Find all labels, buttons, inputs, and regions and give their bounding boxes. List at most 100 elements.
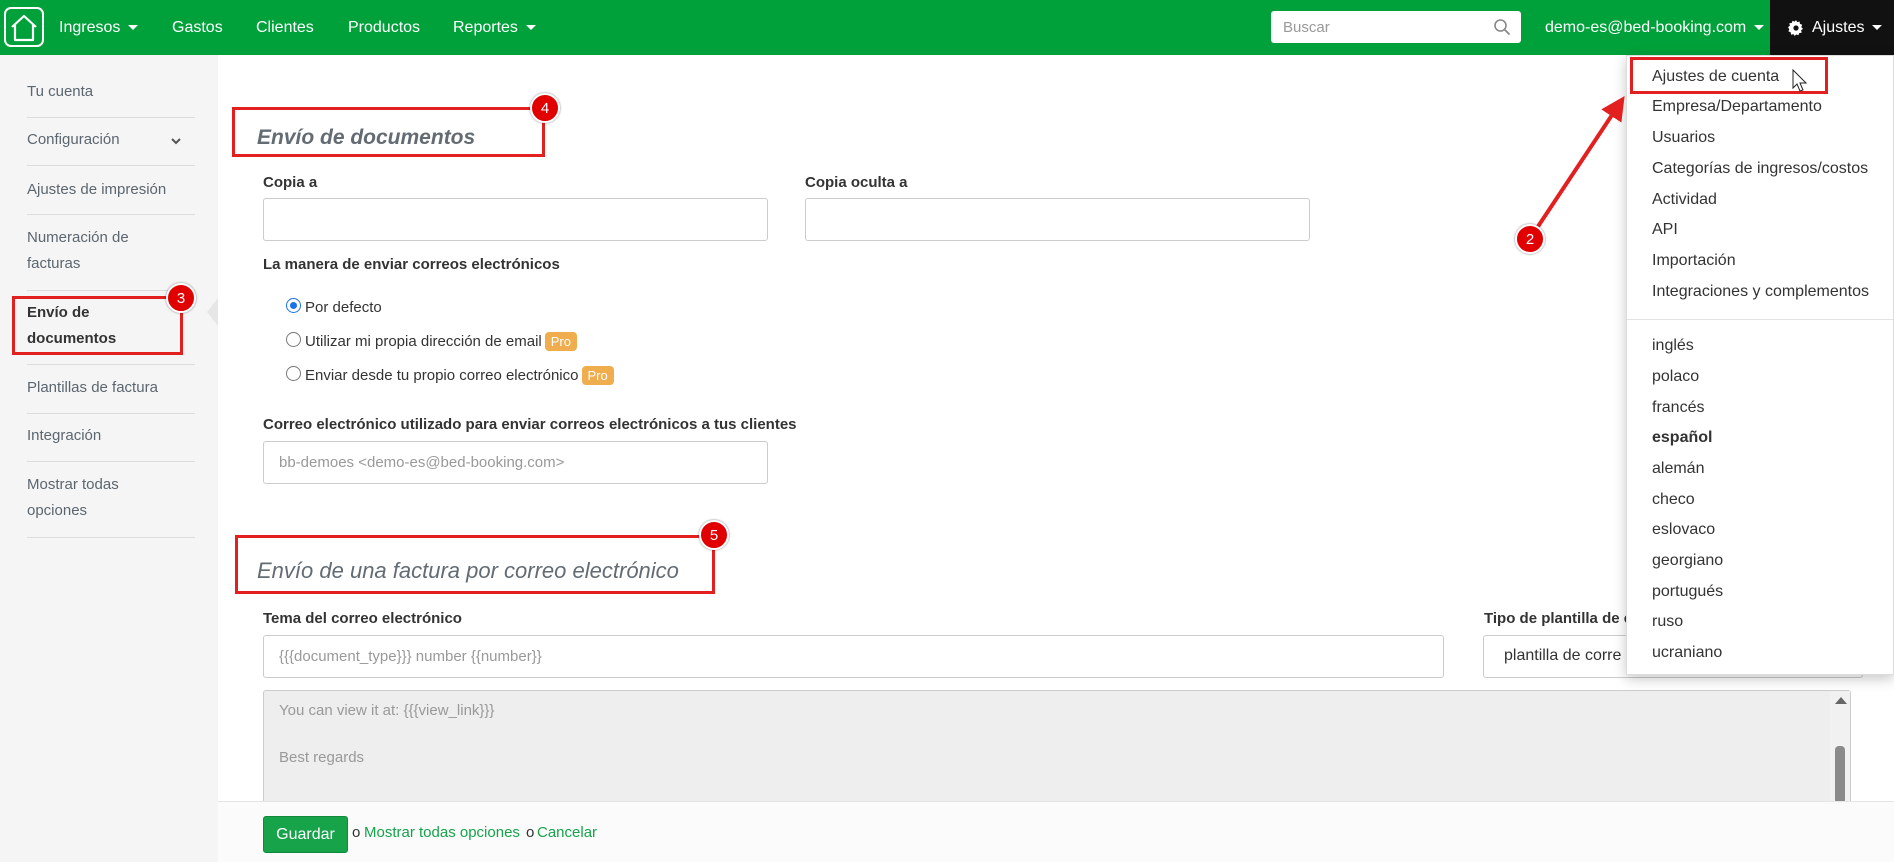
sidebar-divider <box>27 461 195 462</box>
settings-dropdown-menu <box>1626 55 1894 675</box>
footer-separator: o <box>526 824 535 841</box>
sidebar-item-configuracion[interactable]: Configuración <box>27 127 195 153</box>
account-email: demo-es@bed-booking.com <box>1545 18 1747 36</box>
copy-to-label: Copia a <box>263 174 318 191</box>
menu-item-usuarios[interactable]: Usuarios <box>1652 129 1715 147</box>
language-option[interactable]: inglés <box>1652 337 1694 355</box>
caret-down-icon <box>1872 25 1883 30</box>
search-input[interactable] <box>1271 11 1521 43</box>
nav-reportes[interactable]: Reportes <box>453 0 536 55</box>
language-option[interactable]: francés <box>1652 399 1704 417</box>
email-subject-label: Tema del correo electrónico <box>263 610 462 627</box>
search-box <box>1271 11 1521 43</box>
email-body-textarea[interactable]: You can view it at: {{{view_link}}} Best… <box>263 690 1851 805</box>
show-all-options-link[interactable]: Mostrar todas opciones <box>364 824 520 841</box>
nav-label: Clientes <box>256 18 314 36</box>
language-option[interactable]: portugués <box>1652 583 1723 601</box>
language-option[interactable]: eslovaco <box>1652 521 1715 539</box>
sender-email-label: Correo electrónico utilizado para enviar… <box>263 416 797 433</box>
radio-label: Enviar desde tu propio correo electrónic… <box>305 367 579 384</box>
radio-label: Utilizar mi propia dirección de email <box>305 333 542 350</box>
sidebar-item-mostrar-todas[interactable]: Mostrar todas opciones <box>27 472 147 524</box>
menu-item-integraciones[interactable]: Integraciones y complementos <box>1652 283 1869 301</box>
gear-icon <box>1788 19 1803 36</box>
annotation-highlight-section-envio <box>232 107 545 157</box>
sidebar-item-integracion[interactable]: Integración <box>27 423 195 449</box>
sidebar-divider <box>27 117 195 118</box>
radio-button[interactable] <box>286 366 301 381</box>
language-option[interactable]: checo <box>1652 491 1695 509</box>
language-option[interactable]: alemán <box>1652 460 1704 478</box>
annotation-badge: 5 <box>699 520 729 550</box>
radio-option-own-address[interactable]: Utilizar mi propia dirección de email Pr… <box>286 332 577 351</box>
sidebar-item-label: Numeración de facturas <box>27 229 129 272</box>
save-button[interactable]: Guardar <box>263 816 348 853</box>
scrollbar-thumb[interactable] <box>1835 746 1845 804</box>
bcc-label: Copia oculta a <box>805 174 908 191</box>
sidebar-item-numeracion-facturas[interactable]: Numeración de facturas <box>27 225 157 277</box>
sidebar-item-label: Ajustes de impresión <box>27 181 167 198</box>
menu-item-empresa[interactable]: Empresa/Departamento <box>1652 98 1822 116</box>
menu-item-api[interactable]: API <box>1652 221 1678 239</box>
caret-down-icon <box>128 25 139 30</box>
sidebar-divider <box>27 214 195 215</box>
search-icon[interactable] <box>1493 18 1511 36</box>
sidebar-item-label: Configuración <box>27 131 120 148</box>
language-option[interactable]: georgiano <box>1652 552 1723 570</box>
settings-menu-button[interactable]: Ajustes <box>1770 0 1894 55</box>
menu-item-importacion[interactable]: Importación <box>1652 252 1736 270</box>
copy-to-input[interactable] <box>263 198 768 241</box>
home-logo-icon[interactable] <box>4 7 44 47</box>
nav-gastos[interactable]: Gastos <box>172 0 223 55</box>
sender-email-input[interactable] <box>263 441 768 484</box>
nav-label: Ingresos <box>59 18 121 36</box>
nav-ingresos[interactable]: Ingresos <box>59 0 139 55</box>
language-option[interactable]: ucraniano <box>1652 644 1722 662</box>
active-item-pointer <box>207 298 218 326</box>
nav-label: Gastos <box>172 18 223 36</box>
cancel-link[interactable]: Cancelar <box>537 824 597 841</box>
nav-label: Productos <box>348 18 421 36</box>
sidebar-item-plantillas-factura[interactable]: Plantillas de factura <box>27 375 195 401</box>
sidebar-item-label: Mostrar todas opciones <box>27 476 119 519</box>
sidebar-divider <box>27 165 195 166</box>
sidebar-divider <box>27 413 195 414</box>
language-option[interactable]: ruso <box>1652 613 1683 631</box>
sidebar-item-ajustes-impresion[interactable]: Ajustes de impresión <box>27 177 195 203</box>
annotation-highlight-sidebar-envio <box>12 296 183 355</box>
language-option-selected[interactable]: español <box>1652 429 1712 447</box>
sidebar-item-label: Integración <box>27 427 102 444</box>
body-line: You can view it at: {{{view_link}}} <box>279 702 495 719</box>
bcc-input[interactable] <box>805 198 1310 241</box>
nav-clientes[interactable]: Clientes <box>256 0 314 55</box>
account-menu[interactable]: demo-es@bed-booking.com <box>1545 0 1765 55</box>
template-type-label: Tipo de plantilla de c <box>1484 610 1626 627</box>
menu-item-actividad[interactable]: Actividad <box>1652 191 1717 209</box>
email-method-label: La manera de enviar correos electrónicos <box>263 256 560 273</box>
scroll-up-arrow-icon[interactable] <box>1835 697 1847 704</box>
email-subject-input[interactable] <box>263 635 1444 678</box>
pro-badge: Pro <box>544 332 577 351</box>
radio-button[interactable] <box>286 332 301 347</box>
sidebar-divider <box>27 537 195 538</box>
menu-divider <box>1627 319 1893 320</box>
radio-button[interactable] <box>286 298 301 313</box>
body-line: Best regards <box>279 749 365 766</box>
radio-option-own-email[interactable]: Enviar desde tu propio correo electrónic… <box>286 366 614 385</box>
annotation-highlight-section-factura <box>235 535 715 594</box>
language-option[interactable]: polaco <box>1652 368 1699 386</box>
annotation-highlight-ajustes-cuenta <box>1630 57 1828 94</box>
radio-label: Por defecto <box>305 299 382 316</box>
sidebar-item-label: Plantillas de factura <box>27 379 158 396</box>
nav-productos[interactable]: Productos <box>348 0 420 55</box>
pro-badge: Pro <box>581 366 614 385</box>
sidebar-item-tu-cuenta[interactable]: Tu cuenta <box>27 79 195 105</box>
footer-separator: o <box>352 824 361 841</box>
nav-label: Reportes <box>453 18 518 36</box>
menu-item-categorias[interactable]: Categorías de ingresos/costos <box>1652 160 1868 178</box>
radio-option-default[interactable]: Por defecto <box>286 298 382 316</box>
chevron-down-icon <box>171 138 181 145</box>
annotation-badge: 4 <box>530 93 560 123</box>
annotation-badge: 2 <box>1515 224 1545 254</box>
annotation-badge: 3 <box>166 283 196 313</box>
